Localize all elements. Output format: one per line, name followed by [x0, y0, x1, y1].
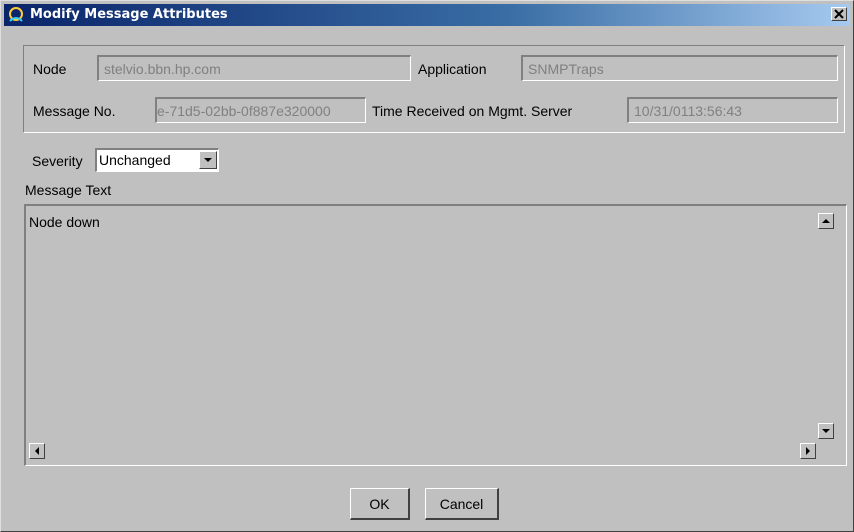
time-received-field: 10/31/0113:56:43	[627, 97, 838, 123]
title-bar[interactable]: Modify Message Attributes	[4, 4, 850, 26]
app-icon	[7, 6, 25, 24]
scroll-down-button[interactable]	[818, 423, 834, 439]
application-field: SNMPTraps	[521, 55, 838, 81]
message-text-label: Message Text	[25, 182, 112, 198]
scroll-up-button[interactable]	[818, 213, 834, 229]
application-label: Application	[418, 61, 487, 77]
severity-selected-value: Unchanged	[99, 152, 171, 168]
node-label: Node	[33, 61, 67, 77]
arrow-left-icon	[34, 447, 39, 455]
severity-dropdown-button[interactable]	[199, 151, 217, 169]
arrow-up-icon	[822, 218, 830, 223]
window-title: Modify Message Attributes	[30, 7, 228, 22]
scroll-right-button[interactable]	[800, 443, 816, 459]
close-icon	[834, 9, 844, 19]
chevron-down-icon	[204, 157, 212, 162]
close-button[interactable]	[831, 7, 847, 21]
arrow-right-icon	[805, 447, 810, 455]
message-no-field: e-71d5-02bb-0f887e320000	[155, 97, 366, 123]
severity-select[interactable]: Unchanged	[95, 148, 219, 172]
modify-message-attributes-dialog: Modify Message Attributes Node stelvio.b…	[0, 0, 854, 532]
node-field: stelvio.bbn.hp.com	[97, 55, 411, 81]
message-text-content: Node down	[29, 214, 100, 230]
arrow-down-icon	[822, 428, 830, 433]
cancel-button[interactable]: Cancel	[425, 488, 499, 520]
severity-label: Severity	[32, 153, 83, 169]
ok-button[interactable]: OK	[350, 488, 410, 520]
message-no-label: Message No.	[33, 103, 116, 119]
time-received-label: Time Received on Mgmt. Server	[372, 103, 573, 119]
message-text-area[interactable]: Node down	[24, 204, 847, 466]
scroll-left-button[interactable]	[29, 443, 45, 459]
